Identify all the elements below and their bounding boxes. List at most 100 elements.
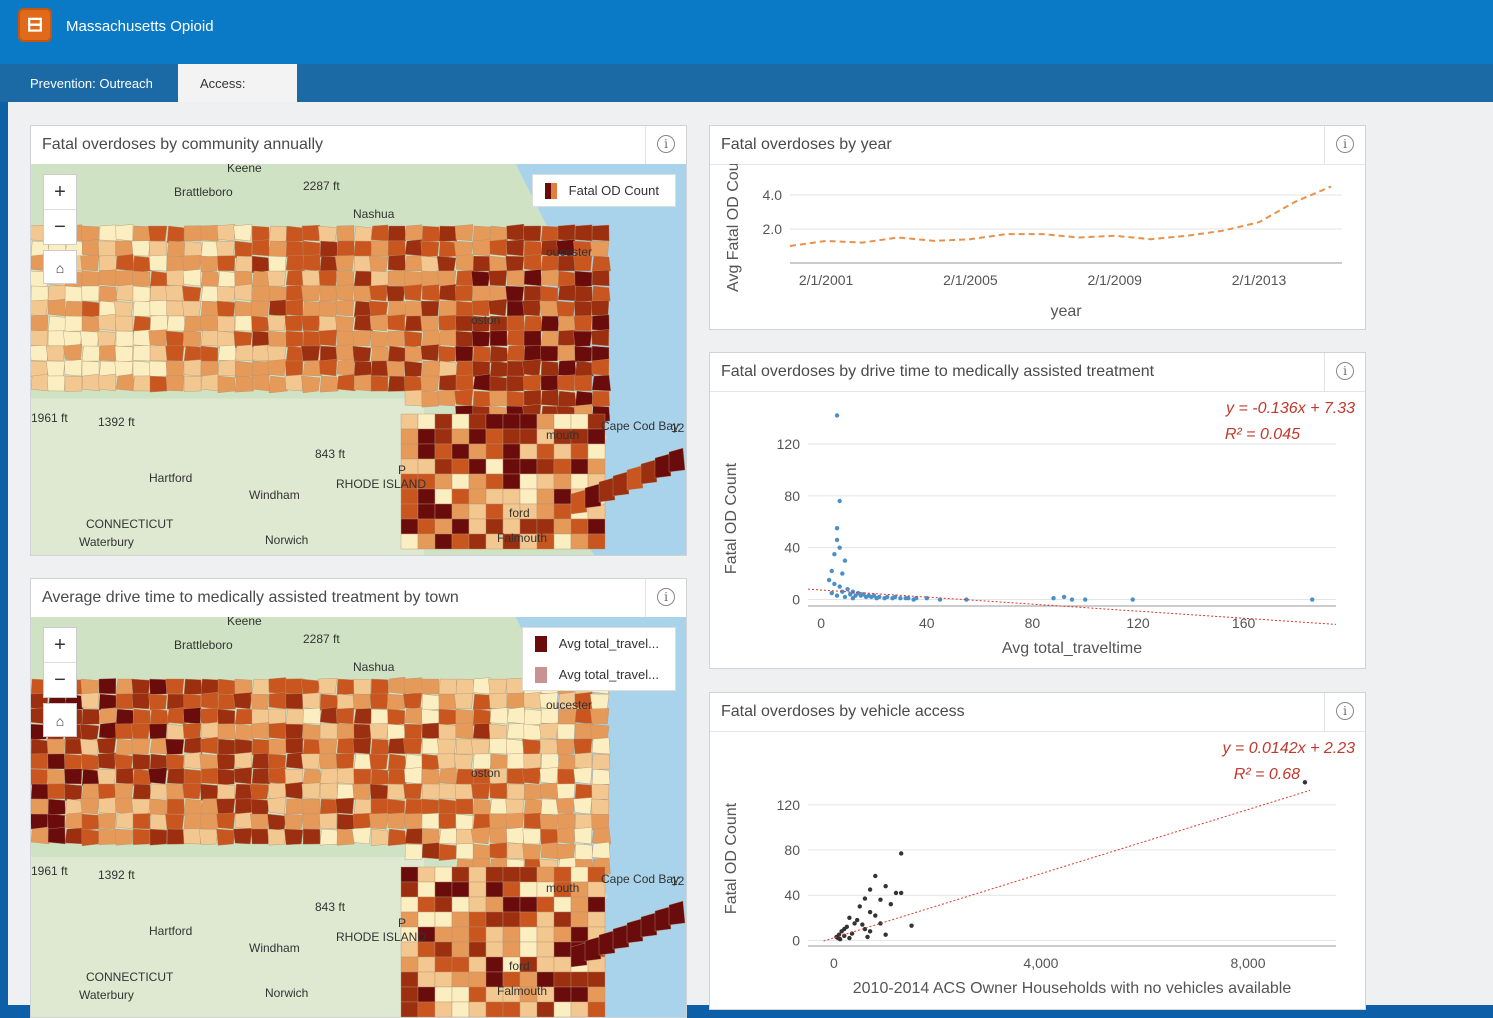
map-town-polygon — [574, 224, 593, 242]
map-town-polygon — [402, 692, 423, 710]
map-place-label: 843 ft — [315, 900, 346, 914]
map-place-label: Norwich — [265, 986, 308, 1000]
map-town-polygon — [421, 284, 440, 302]
map-place-label: mouth — [546, 428, 579, 442]
map-town-polygon — [451, 443, 470, 460]
map-town-polygon — [485, 941, 504, 958]
data-point — [834, 526, 840, 531]
map-canvas[interactable]: Keene Brattleboro 2287 ft Nashua oucester ost… — [31, 164, 686, 555]
zoom-out-button[interactable]: − — [44, 663, 76, 697]
map-town-polygon — [334, 255, 355, 272]
map-town-polygon — [115, 811, 135, 830]
map-town-polygon — [149, 798, 168, 816]
map-town-polygon — [45, 345, 66, 362]
map-town-polygon — [31, 813, 49, 830]
map-town-polygon — [451, 413, 470, 430]
map-town-polygon — [165, 375, 185, 392]
map-town-polygon — [400, 971, 419, 988]
data-point — [834, 593, 840, 598]
map-town-polygon — [523, 315, 543, 332]
map-town-polygon — [536, 473, 555, 490]
map-town-polygon — [574, 300, 593, 317]
map-place-label: mouth — [546, 881, 579, 895]
map-town-polygon — [523, 374, 542, 392]
info-button[interactable]: i — [1324, 353, 1365, 391]
map-town-polygon — [97, 783, 117, 800]
map-town-polygon — [470, 827, 491, 845]
map-town-polygon — [183, 315, 203, 332]
map-town-polygon — [217, 693, 236, 710]
map-town-polygon — [284, 374, 304, 392]
map-town-polygon — [81, 373, 101, 392]
map-town-polygon — [436, 255, 457, 274]
map-town-polygon — [557, 224, 576, 242]
tab-access-mat[interactable]: Access: MAT — [178, 64, 297, 131]
panel-title: Fatal overdoses by drive time to medical… — [721, 363, 1155, 380]
info-button[interactable]: i — [1324, 126, 1365, 164]
info-button[interactable]: i — [645, 126, 686, 164]
map-town-polygon — [539, 722, 559, 740]
map-town-polygon — [556, 783, 576, 800]
map-town-polygon — [47, 753, 66, 770]
map-town-polygon — [353, 678, 372, 696]
map-town-polygon — [472, 798, 492, 816]
map-town-polygon — [64, 359, 83, 377]
map-town-polygon — [434, 443, 453, 460]
map-town-polygon — [438, 813, 457, 830]
map-town-polygon — [234, 360, 253, 379]
map-town-polygon — [519, 911, 538, 928]
home-button[interactable]: ⌂ — [43, 703, 77, 737]
map-town-polygon — [215, 240, 236, 257]
data-point — [873, 873, 878, 879]
map-town-polygon — [302, 300, 322, 318]
map-town-polygon — [166, 783, 185, 800]
zoom-in-button[interactable]: + — [44, 175, 76, 210]
map-place-label: 1961 ft — [31, 864, 68, 878]
map-town-polygon — [485, 926, 504, 943]
data-point — [903, 596, 908, 601]
map-place-label: 2287 ft — [303, 632, 340, 646]
map-town-polygon — [31, 798, 49, 815]
info-button[interactable]: i — [645, 579, 686, 617]
map-town-polygon — [437, 738, 457, 755]
y-tick-label: 120 — [777, 797, 801, 813]
map-view[interactable]: Keene Brattleboro 2287 ft Nashua oucester ost… — [31, 164, 686, 555]
map-town-polygon — [488, 270, 508, 287]
tab-prevention-outreach[interactable]: Prevention: Outreach — [8, 64, 175, 102]
data-point — [867, 929, 873, 934]
map-town-polygon — [232, 692, 253, 710]
map-town-polygon — [540, 330, 561, 347]
map-town-polygon — [570, 986, 589, 1003]
map-town-polygon — [353, 768, 372, 785]
map-town-polygon — [434, 866, 453, 883]
map-town-polygon — [183, 751, 202, 770]
map-view[interactable]: Keene Brattleboro 2287 ft Nashua oucester ost… — [31, 617, 686, 1017]
data-point — [1083, 597, 1088, 602]
map-town-polygon — [438, 284, 458, 302]
x-tick-label: 120 — [1126, 615, 1150, 631]
dashboard-canvas: Fatal overdoses by community annually i … — [8, 102, 1493, 1018]
map-town-polygon — [536, 443, 555, 460]
info-button[interactable]: i — [1324, 693, 1365, 731]
map-town-polygon — [536, 1001, 555, 1017]
map-town-polygon — [149, 315, 168, 332]
map-town-polygon — [434, 428, 453, 445]
zoom-in-button[interactable]: + — [44, 628, 76, 663]
map-town-polygon — [370, 345, 390, 363]
map-town-polygon — [522, 299, 542, 317]
map-town-polygon — [557, 753, 577, 771]
chart-panel-by-year: Fatal overdoses by year i Avg Fatal OD C… — [709, 125, 1366, 330]
map-town-polygon — [250, 798, 270, 816]
map-town-polygon — [47, 827, 66, 845]
zoom-out-button[interactable]: − — [44, 210, 76, 244]
regression-equation: y = -0.136x + 7.33 — [1225, 400, 1355, 417]
map-place-label: oston — [471, 313, 500, 327]
map-town-polygon — [268, 677, 287, 695]
map-town-polygon — [502, 926, 521, 943]
map-town-polygon — [523, 345, 542, 362]
home-button[interactable]: ⌂ — [43, 250, 77, 284]
map-town-polygon — [166, 269, 185, 287]
map-town-polygon — [434, 473, 453, 490]
map-town-polygon — [421, 768, 440, 786]
map-town-polygon — [267, 828, 287, 846]
